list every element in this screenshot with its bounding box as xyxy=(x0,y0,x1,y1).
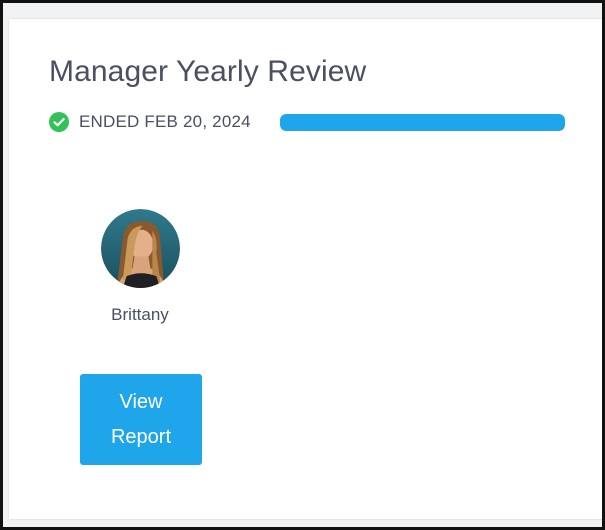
avatar xyxy=(100,209,180,288)
review-title: Manager Yearly Review xyxy=(49,55,367,88)
view-report-button[interactable]: View Report xyxy=(80,374,202,465)
review-progress-fill xyxy=(280,114,565,131)
screenshot-frame: Manager Yearly Review ENDED FEB 20, 2024 xyxy=(0,0,605,530)
review-status: ENDED FEB 20, 2024 xyxy=(49,111,251,133)
review-progress-bar xyxy=(280,114,565,131)
participant[interactable]: Brittany xyxy=(99,209,181,325)
status-text: ENDED FEB 20, 2024 xyxy=(79,112,251,131)
check-circle-icon xyxy=(49,112,69,132)
participant-name: Brittany xyxy=(111,305,169,324)
review-card: Manager Yearly Review ENDED FEB 20, 2024 xyxy=(9,19,602,519)
